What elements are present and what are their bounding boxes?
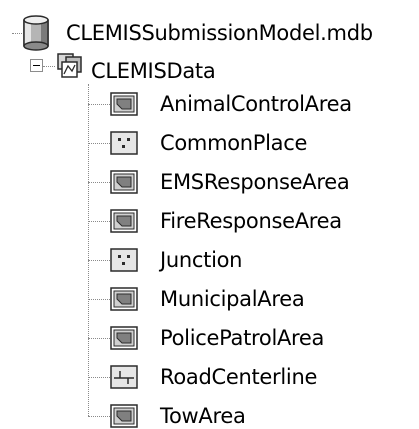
polygon-featureclass-icon [110, 287, 138, 311]
dataset-connector [43, 66, 55, 67]
polygon-featureclass-icon [110, 170, 138, 194]
feature-class-label: Junction [160, 248, 243, 272]
collapse-toggle[interactable] [30, 59, 43, 72]
polygon-featureclass-icon [110, 404, 138, 428]
point-featureclass-icon [110, 131, 138, 155]
child-connector [88, 104, 110, 105]
child-connector [88, 260, 110, 261]
child-connector [88, 143, 110, 144]
feature-class-label: AnimalControlArea [160, 92, 352, 116]
feature-dataset-label: CLEMISData [91, 59, 216, 83]
child-connector [88, 299, 110, 300]
feature-class-label: CommonPlace [160, 131, 308, 155]
children-vertical-line [88, 84, 89, 416]
child-connector [88, 416, 110, 417]
polygon-featureclass-icon [110, 326, 138, 350]
database-label: CLEMISSubmissionModel.mdb [66, 21, 373, 45]
child-connector [88, 182, 110, 183]
polygon-featureclass-icon [110, 92, 138, 116]
feature-dataset-icon [57, 53, 82, 78]
root-connector [12, 33, 22, 34]
polygon-featureclass-icon [110, 209, 138, 233]
child-connector [88, 221, 110, 222]
feature-class-label: TowArea [160, 404, 246, 428]
feature-class-label: FireResponseArea [160, 209, 342, 233]
feature-class-label: MunicipalArea [160, 287, 305, 311]
database-icon [23, 15, 49, 51]
child-connector [88, 338, 110, 339]
point-featureclass-icon [110, 248, 138, 272]
child-connector [88, 377, 110, 378]
feature-class-label: PolicePatrolArea [160, 326, 325, 350]
line-featureclass-icon [110, 365, 138, 389]
feature-class-label: EMSResponseArea [160, 170, 350, 194]
feature-class-label: RoadCenterline [160, 365, 318, 389]
